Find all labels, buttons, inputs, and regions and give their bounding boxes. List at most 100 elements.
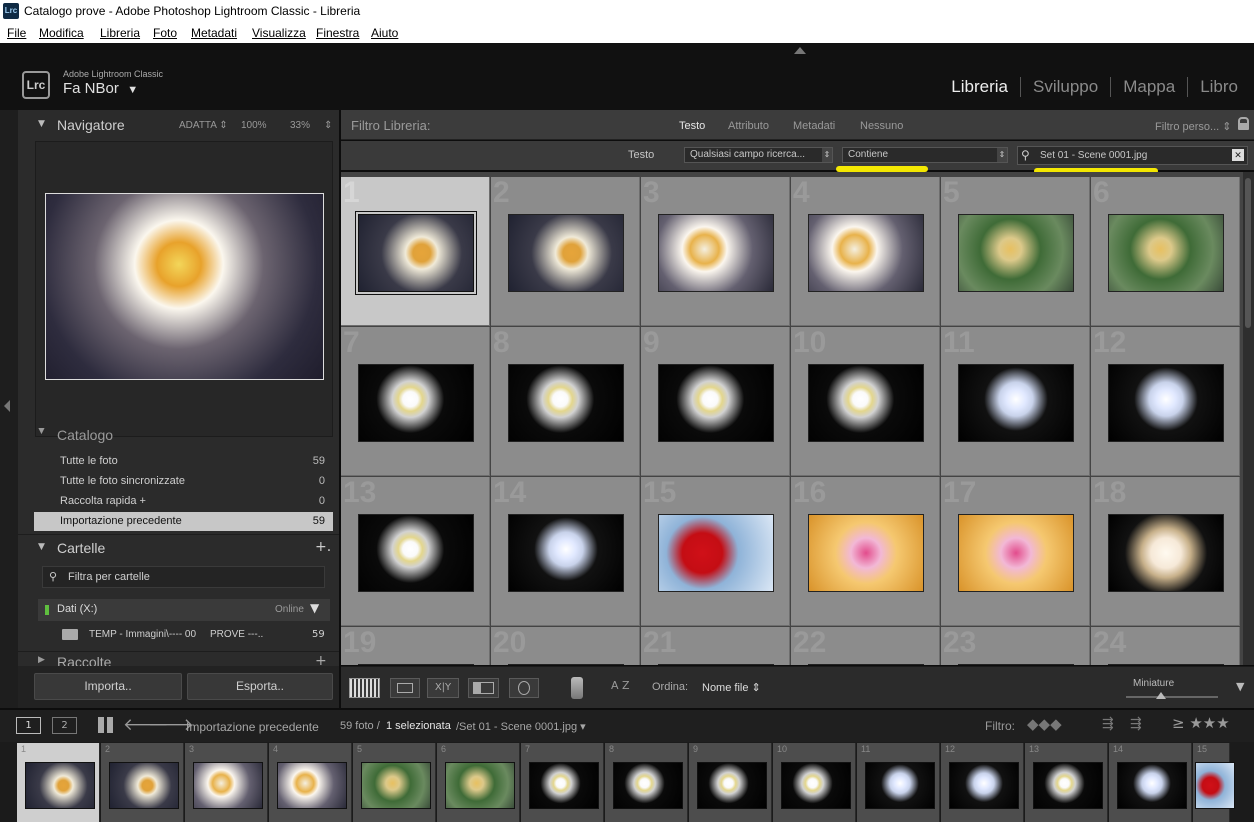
grid-cell[interactable]: 12 xyxy=(1091,327,1240,476)
second-screen-button[interactable]: 2 xyxy=(52,717,77,734)
filmstrip-cell[interactable]: 15 xyxy=(1193,743,1235,822)
survey-view-icon[interactable] xyxy=(468,678,499,698)
grid-thumbnail[interactable] xyxy=(358,364,474,442)
grid-cell[interactable]: 8 xyxy=(491,327,640,476)
grid-thumbnail[interactable] xyxy=(658,514,774,592)
menu-libreria[interactable]: Libreria xyxy=(100,26,140,40)
menu-file[interactable]: File xyxy=(7,26,26,40)
grid-cell[interactable]: 16 xyxy=(791,477,940,626)
grid-cell[interactable]: 6 xyxy=(1091,177,1240,326)
filmstrip-cell[interactable]: 5 xyxy=(353,743,436,822)
filter-off-icon[interactable]: ⇶ xyxy=(1130,716,1142,732)
grid-cell[interactable]: 20 xyxy=(491,627,640,665)
grid-thumbnail[interactable] xyxy=(658,364,774,442)
grid-view-icon[interactable] xyxy=(349,678,380,698)
grid-cell[interactable]: 22 xyxy=(791,627,940,665)
filmstrip-cell[interactable]: 4 xyxy=(269,743,352,822)
filmstrip-thumbnail[interactable] xyxy=(529,762,599,809)
add-folder-icon[interactable]: +. xyxy=(315,539,331,555)
toolbar-menu-icon[interactable]: ▼ xyxy=(1236,680,1244,693)
folder-filter-input[interactable]: ⚲ Filtra per cartelle xyxy=(42,566,325,588)
volume-row[interactable]: Dati (X:) Online ▼ xyxy=(38,599,330,621)
module-mappa[interactable]: Mappa xyxy=(1111,77,1189,97)
import-button[interactable]: Importa.. xyxy=(34,673,182,700)
grid-cell[interactable]: 4 xyxy=(791,177,940,326)
slider-handle[interactable] xyxy=(1156,692,1166,699)
left-panel-edge[interactable] xyxy=(0,110,25,708)
module-libro[interactable]: Libro xyxy=(1188,77,1242,97)
filmstrip-file[interactable]: /Set 01 - Scene 0001.jpg ▾ xyxy=(456,720,586,733)
grid-shortcut-icon[interactable] xyxy=(98,717,114,733)
grid-thumbnail[interactable] xyxy=(355,211,477,295)
navigator-image[interactable] xyxy=(45,193,324,380)
grid-thumbnail[interactable] xyxy=(508,364,624,442)
grid-cell[interactable]: 24 xyxy=(1091,627,1240,665)
filmstrip-cell[interactable]: 7 xyxy=(521,743,604,822)
folders-header[interactable]: ▼ Cartelle +. xyxy=(18,534,339,560)
grid-thumbnail[interactable] xyxy=(808,214,924,292)
grid-cell[interactable]: 7 xyxy=(341,327,490,476)
add-collection-icon[interactable]: + xyxy=(315,653,327,666)
grid-cell[interactable]: 2 xyxy=(491,177,640,326)
search-field-dropdown[interactable]: Qualsiasi campo ricerca... ⇕ xyxy=(684,147,833,163)
grid-thumbnail[interactable] xyxy=(508,214,624,292)
filmstrip-thumbnail[interactable] xyxy=(1117,762,1187,809)
collections-header[interactable]: ▶ Raccolte + xyxy=(18,651,339,666)
module-libreria[interactable]: Libreria xyxy=(939,77,1021,97)
folder-row[interactable]: TEMP - Immagini\---- 00 PROVE ---.. 59 xyxy=(38,625,330,645)
filmstrip-thumbnail[interactable] xyxy=(193,762,263,809)
thumbnail-size-slider[interactable] xyxy=(1126,692,1218,699)
filmstrip-cell[interactable]: 11 xyxy=(857,743,940,822)
menu-foto[interactable]: Foto xyxy=(153,26,177,40)
sort-dropdown[interactable]: Nome file ⇕ xyxy=(702,681,761,694)
thumbnail-grid[interactable]: 1 2 3 4 5 6 7 8 9 10 11 12 13 14 15 16 17 18 19 20 21 22 23 24 xyxy=(341,172,1243,665)
filmstrip-thumbnail[interactable] xyxy=(613,762,683,809)
filmstrip-cell[interactable]: 6 xyxy=(437,743,520,822)
grid-cell[interactable]: 13 xyxy=(341,477,490,626)
people-view-icon[interactable] xyxy=(509,678,539,698)
grid-thumbnail[interactable] xyxy=(958,364,1074,442)
grid-cell[interactable]: 14 xyxy=(491,477,640,626)
filmstrip-cell[interactable]: 3 xyxy=(185,743,268,822)
grid-cell[interactable]: 1 xyxy=(341,177,490,326)
flag-filter-icon[interactable]: ◆◆◆ xyxy=(1027,715,1062,733)
grid-cell[interactable]: 3 xyxy=(641,177,790,326)
filmstrip-thumbnail[interactable] xyxy=(949,762,1019,809)
module-sviluppo[interactable]: Sviluppo xyxy=(1021,77,1112,97)
grid-thumbnail[interactable] xyxy=(958,214,1074,292)
grid-thumbnail[interactable] xyxy=(1108,514,1224,592)
grid-thumbnail[interactable] xyxy=(1108,664,1224,665)
grid-cell[interactable]: 15 xyxy=(641,477,790,626)
export-button[interactable]: Esporta.. xyxy=(187,673,333,700)
filmstrip-thumbnail[interactable] xyxy=(109,762,179,809)
filter-tab-testo[interactable]: Testo xyxy=(679,120,705,132)
identity-user[interactable]: Fa NBor ▼ xyxy=(63,80,138,97)
grid-cell[interactable]: 5 xyxy=(941,177,1090,326)
grid-thumbnail[interactable] xyxy=(658,664,774,665)
grid-thumbnail[interactable] xyxy=(508,664,624,665)
loupe-view-icon[interactable] xyxy=(390,678,420,698)
filmstrip-cell[interactable]: 9 xyxy=(689,743,772,822)
grid-cell[interactable]: 23 xyxy=(941,627,1090,665)
collapse-top-panel-icon[interactable] xyxy=(794,47,806,54)
compare-view-icon[interactable]: X|Y xyxy=(427,678,459,698)
navigator-header[interactable]: ▼ Navigatore ADATTA ⇕ 100% 33% ⇕ xyxy=(18,110,339,140)
zoom-100[interactable]: 100% xyxy=(241,120,267,131)
filmstrip-cell[interactable]: 10 xyxy=(773,743,856,822)
navigator-preview[interactable] xyxy=(35,141,333,437)
filmstrip-cell[interactable]: 2 xyxy=(101,743,184,822)
grid-thumbnail[interactable] xyxy=(658,214,774,292)
filter-preset-dropdown[interactable]: Filtro perso... ⇕ xyxy=(1155,120,1231,133)
painter-spray-icon[interactable] xyxy=(571,677,583,699)
main-screen-button[interactable]: 1 xyxy=(16,717,41,734)
filmstrip-cell[interactable]: 12 xyxy=(941,743,1024,822)
grid-thumbnail[interactable] xyxy=(808,364,924,442)
grid-scrollbar-thumb[interactable] xyxy=(1245,178,1251,328)
grid-cell[interactable]: 21 xyxy=(641,627,790,665)
grid-thumbnail[interactable] xyxy=(808,514,924,592)
grid-thumbnail[interactable] xyxy=(1108,214,1224,292)
grid-scrollbar[interactable] xyxy=(1243,172,1254,665)
catalog-item-raccolta-rapida[interactable]: Raccolta rapida +0 xyxy=(34,492,333,511)
filter-tab-nessuno[interactable]: Nessuno xyxy=(860,120,903,132)
menu-aiuto[interactable]: Aiuto xyxy=(371,26,398,40)
